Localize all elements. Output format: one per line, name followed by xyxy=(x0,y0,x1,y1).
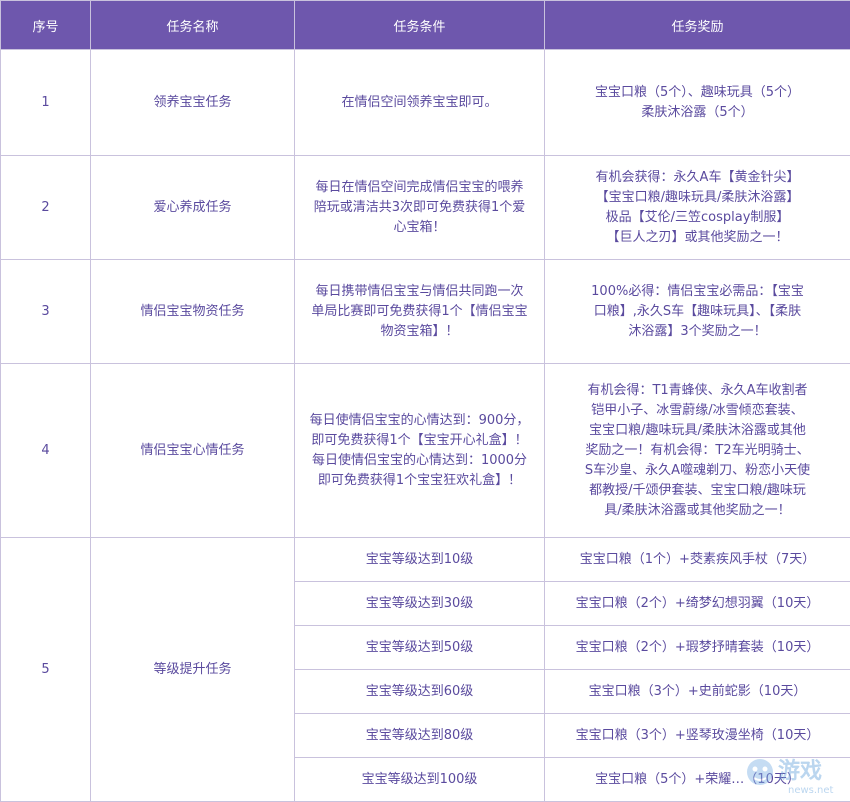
level-condition: 宝宝等级达到80级 xyxy=(295,714,545,758)
reward-line: 沐浴露】3个奖励之一！ xyxy=(553,322,842,342)
condition-line: 每日使情侣宝宝的心情达到：1000分 xyxy=(303,451,536,471)
row-condition: 每日使情侣宝宝的心情达到：900分， 即可免费获得1个【宝宝开心礼盒】！ 每日使… xyxy=(295,364,545,538)
reward-line: 极品【艾伦/三笠cosplay制服】 xyxy=(553,208,842,228)
reward-line: 宝宝口粮（5个）、趣味玩具（5个） xyxy=(553,83,842,103)
level-condition: 宝宝等级达到30级 xyxy=(295,582,545,626)
row-task-name: 情侣宝宝心情任务 xyxy=(91,364,295,538)
condition-line: 每日使情侣宝宝的心情达到：900分， xyxy=(303,411,536,431)
row-task-name: 情侣宝宝物资任务 xyxy=(91,260,295,364)
row-task-name: 领养宝宝任务 xyxy=(91,50,295,156)
table-row: 5 等级提升任务 宝宝等级达到10级 宝宝口粮（1个）+茭素疾风手杖（7天） xyxy=(1,538,850,582)
table-row: 2 爱心养成任务 每日在情侣空间完成情侣宝宝的喂养 陪玩或清洁共3次即可免费获得… xyxy=(1,156,850,260)
task-table: 序号 任务名称 任务条件 任务奖励 1 领养宝宝任务 在情侣空间领养宝宝即可。 … xyxy=(0,0,850,802)
reward-line: 有机会得：T1青蜂侠、永久A车收割者 xyxy=(553,381,842,401)
reward-line: 【巨人之刃】或其他奖励之一！ xyxy=(553,228,842,248)
level-condition: 宝宝等级达到50级 xyxy=(295,626,545,670)
reward-line: 100%必得：情侣宝宝必需品：【宝宝 xyxy=(553,282,842,302)
header-task-reward: 任务奖励 xyxy=(545,1,850,50)
condition-line: 即可免费获得1个宝宝狂欢礼盒】！ xyxy=(303,471,536,491)
row-id: 4 xyxy=(1,364,91,538)
level-condition: 宝宝等级达到10级 xyxy=(295,538,545,582)
level-reward: 宝宝口粮（2个）+瑕梦抒晴套装（10天） xyxy=(545,626,850,670)
reward-line: 具/柔肤沐浴露或其他奖励之一！ xyxy=(553,501,842,521)
watermark-logo: 游戏 news.net xyxy=(744,748,844,798)
reward-line: 奖励之一！有机会得：T2车光明骑士、 xyxy=(553,441,842,461)
row-reward: 有机会获得：永久A车【黄金针尖】 【宝宝口粮/趣味玩具/柔肤沐浴露】 极品【艾伦… xyxy=(545,156,850,260)
level-reward: 宝宝口粮（1个）+茭素疾风手杖（7天） xyxy=(545,538,850,582)
row-task-name: 爱心养成任务 xyxy=(91,156,295,260)
row-id: 5 xyxy=(1,538,91,802)
condition-line: 每日携带情侣宝宝与情侣共同跑一次 xyxy=(303,282,536,302)
row-reward: 有机会得：T1青蜂侠、永久A车收割者 铠甲小子、冰雪蔚缘/冰雪倾恋套装、 宝宝口… xyxy=(545,364,850,538)
reward-line: 柔肤沐浴露（5个） xyxy=(553,103,842,123)
reward-line: S车沙皇、永久A噬魂剃刀、粉恋小天使 xyxy=(553,461,842,481)
reward-line: 都教授/千颂伊套装、宝宝口粮/趣味玩 xyxy=(553,481,842,501)
row-condition: 每日在情侣空间完成情侣宝宝的喂养 陪玩或清洁共3次即可免费获得1个爱 心宝箱！ xyxy=(295,156,545,260)
header-task-condition: 任务条件 xyxy=(295,1,545,50)
reward-line: 宝宝口粮/趣味玩具/柔肤沐浴露或其他 xyxy=(553,421,842,441)
reward-line: 【宝宝口粮/趣味玩具/柔肤沐浴露】 xyxy=(553,188,842,208)
header-task-name: 任务名称 xyxy=(91,1,295,50)
level-condition: 宝宝等级达到100级 xyxy=(295,758,545,802)
row-reward: 宝宝口粮（5个）、趣味玩具（5个） 柔肤沐浴露（5个） xyxy=(545,50,850,156)
level-reward: 宝宝口粮（3个）+史前蛇影（10天） xyxy=(545,670,850,714)
row-condition: 在情侣空间领养宝宝即可。 xyxy=(295,50,545,156)
row-id: 1 xyxy=(1,50,91,156)
condition-line: 即可免费获得1个【宝宝开心礼盒】！ xyxy=(303,431,536,451)
condition-line: 物资宝箱】！ xyxy=(303,322,536,342)
level-reward: 宝宝口粮（2个）+绮梦幻想羽翼（10天） xyxy=(545,582,850,626)
header-id: 序号 xyxy=(1,1,91,50)
mascot-icon: 游戏 news.net xyxy=(744,748,844,798)
header-row: 序号 任务名称 任务条件 任务奖励 xyxy=(1,1,850,50)
condition-line: 心宝箱！ xyxy=(303,218,536,238)
table-row: 1 领养宝宝任务 在情侣空间领养宝宝即可。 宝宝口粮（5个）、趣味玩具（5个） … xyxy=(1,50,850,156)
table-row: 3 情侣宝宝物资任务 每日携带情侣宝宝与情侣共同跑一次 单局比赛即可免费获得1个… xyxy=(1,260,850,364)
row-task-name: 等级提升任务 xyxy=(91,538,295,802)
watermark-text: 游戏 xyxy=(778,758,822,784)
table-row: 4 情侣宝宝心情任务 每日使情侣宝宝的心情达到：900分， 即可免费获得1个【宝… xyxy=(1,364,850,538)
level-condition: 宝宝等级达到60级 xyxy=(295,670,545,714)
condition-line: 陪玩或清洁共3次即可免费获得1个爱 xyxy=(303,198,536,218)
reward-line: 铠甲小子、冰雪蔚缘/冰雪倾恋套装、 xyxy=(553,401,842,421)
watermark-subtext: news.net xyxy=(788,785,834,796)
row-id: 3 xyxy=(1,260,91,364)
condition-line: 每日在情侣空间完成情侣宝宝的喂养 xyxy=(303,178,536,198)
row-id: 2 xyxy=(1,156,91,260)
row-reward: 100%必得：情侣宝宝必需品：【宝宝 口粮】,永久S车【趣味玩具】、【柔肤 沐浴… xyxy=(545,260,850,364)
reward-line: 口粮】,永久S车【趣味玩具】、【柔肤 xyxy=(553,302,842,322)
condition-line: 单局比赛即可免费获得1个【情侣宝宝 xyxy=(303,302,536,322)
row-condition: 每日携带情侣宝宝与情侣共同跑一次 单局比赛即可免费获得1个【情侣宝宝 物资宝箱】… xyxy=(295,260,545,364)
reward-line: 有机会获得：永久A车【黄金针尖】 xyxy=(553,168,842,188)
